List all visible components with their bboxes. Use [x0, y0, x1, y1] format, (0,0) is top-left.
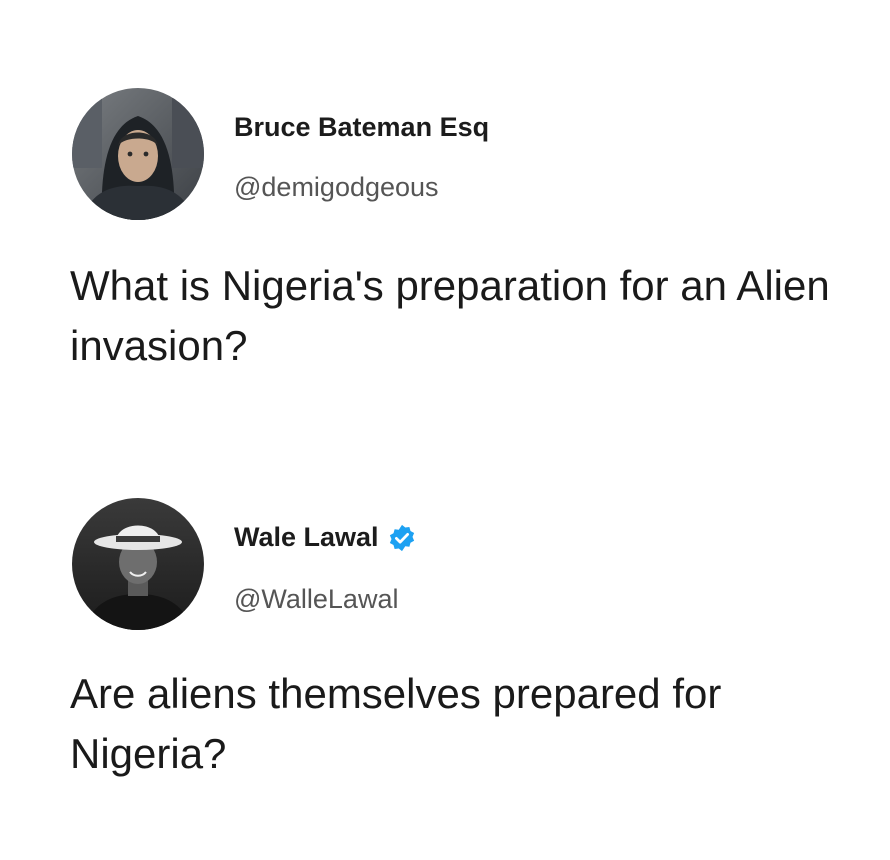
display-name-text[interactable]: Wale Lawal	[234, 522, 379, 553]
display-name[interactable]: Bruce Bateman Esq	[234, 112, 489, 143]
avatar[interactable]	[72, 88, 204, 220]
handle[interactable]: @WalleLawal	[234, 584, 398, 615]
tweet-text: What is Nigeria's preparation for an Ali…	[70, 262, 830, 369]
avatar-photo	[72, 498, 204, 630]
tweet-text: Are aliens themselves prepared for Niger…	[70, 670, 722, 777]
verified-badge-icon	[387, 523, 417, 553]
handle[interactable]: @demigodgeous	[234, 172, 439, 203]
display-name[interactable]: Wale Lawal	[234, 522, 417, 553]
avatar-photo	[72, 88, 204, 220]
avatar[interactable]	[72, 498, 204, 630]
display-name-text[interactable]: Bruce Bateman Esq	[234, 112, 489, 143]
